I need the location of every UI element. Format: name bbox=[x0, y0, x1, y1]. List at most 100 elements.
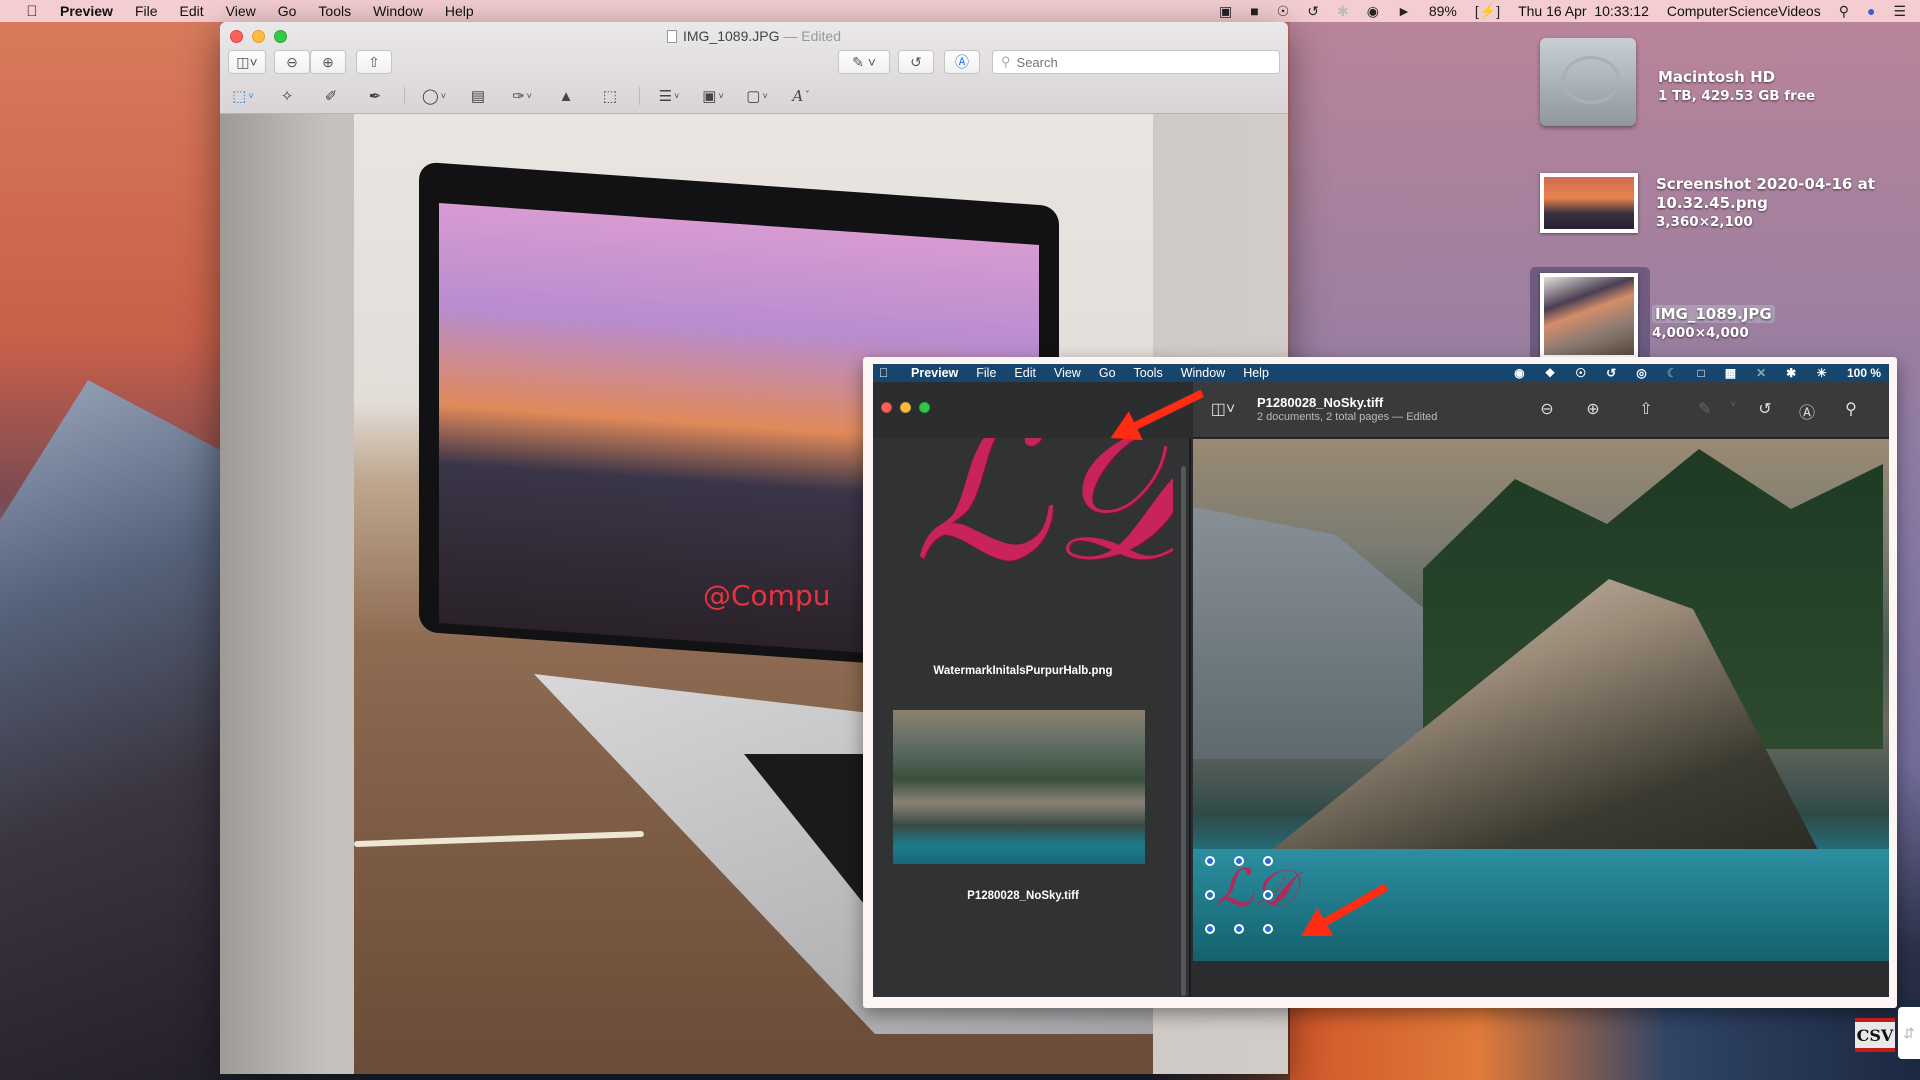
menu-go[interactable]: Go bbox=[278, 3, 297, 19]
battery-icon[interactable]: [⚡] bbox=[1475, 3, 1500, 20]
menu-app-name[interactable]: Preview bbox=[60, 3, 113, 19]
item-detail: 4,000×4,000 bbox=[1652, 325, 1749, 341]
volume-icon[interactable]: ► bbox=[1397, 3, 1411, 19]
fill-color-icon[interactable]: ▢ ˅ bbox=[742, 85, 772, 107]
rotate-icon: ↺ bbox=[1758, 401, 1772, 418]
menu-file: File bbox=[976, 366, 997, 380]
desktop-item-macintosh-hd[interactable]: Macintosh HD 1 TB, 429.53 GB free bbox=[1540, 38, 1815, 126]
resize-handle bbox=[1205, 856, 1215, 866]
menu-edit[interactable]: Edit bbox=[180, 3, 204, 19]
text-icon[interactable]: ▤ bbox=[463, 85, 493, 107]
markup-icon: Ⓐ bbox=[955, 54, 969, 70]
menu-help: Help bbox=[1243, 366, 1269, 380]
rotate-icon: ↺ bbox=[910, 53, 922, 70]
zoom-out-icon: ⊖ bbox=[286, 53, 298, 70]
resize-handle bbox=[1205, 924, 1215, 934]
share-button[interactable]: ⇧ bbox=[356, 50, 392, 74]
photo-thumbnail bbox=[1540, 273, 1638, 359]
overlay-preview-window: ℒ𝒟 WatermarkInitalsPurpurHalb.png P12800… bbox=[873, 382, 1889, 997]
markup-pen-icon: ✎ bbox=[1698, 401, 1712, 418]
bluetooth-icon: ✱ bbox=[1786, 366, 1797, 380]
menu-tools[interactable]: Tools bbox=[318, 3, 351, 19]
channel-logo: CSV bbox=[1855, 1018, 1895, 1052]
menu-window[interactable]: Window bbox=[373, 3, 423, 19]
text-style-icon[interactable]: A ˅ bbox=[786, 85, 816, 107]
resize-handle bbox=[1263, 856, 1273, 866]
document-icon bbox=[667, 30, 677, 43]
malwarebytes-icon: ◉ bbox=[1514, 366, 1525, 380]
menu-view: View bbox=[1053, 366, 1081, 380]
search-field[interactable]: ⚲ bbox=[992, 50, 1280, 74]
highlight-button[interactable]: ✎ ˅ bbox=[838, 50, 890, 74]
time-machine-icon: ↺ bbox=[1606, 366, 1617, 380]
screenshot-overlay:  Preview File Edit View Go Tools Window… bbox=[863, 357, 1897, 1008]
apple-menu-icon[interactable]:  bbox=[22, 3, 42, 20]
bluetooth-icon[interactable]: ✱ bbox=[1337, 3, 1349, 20]
sketch-icon[interactable]: ✐ bbox=[316, 85, 346, 107]
display-icon[interactable]: ■ bbox=[1250, 3, 1258, 19]
edited-status: — Edited bbox=[783, 28, 841, 44]
system-menubar:  Preview File Edit View Go Tools Window… bbox=[0, 0, 1920, 22]
overlay-toolbar: ◫˅ P1280028_NoSky.tiff 2 documents, 2 to… bbox=[1193, 382, 1889, 438]
item-name: IMG_1089.JPG bbox=[1652, 305, 1775, 323]
sign-icon[interactable]: ✑ ˅ bbox=[507, 85, 537, 107]
mute-icon: ✕ bbox=[1756, 366, 1767, 380]
watermark-initials: ℒ𝒟 bbox=[1216, 859, 1295, 919]
markup-button[interactable]: Ⓐ bbox=[944, 50, 980, 74]
document-name: IMG_1089.JPG bbox=[683, 28, 780, 44]
water bbox=[1193, 849, 1889, 961]
menu-view[interactable]: View bbox=[226, 3, 256, 19]
window-toolbar: IMG_1089.JPG — Edited ◫˅ ⊖ ⊕ ⇧ ✎ ˅ ↺ Ⓐ ⚲… bbox=[220, 22, 1288, 114]
selected-watermark-annotation: ℒ𝒟 bbox=[1205, 856, 1295, 934]
rotate-button[interactable]: ↺ bbox=[898, 50, 934, 74]
resize-handle bbox=[1234, 856, 1244, 866]
sidebar-item-label: WatermarkInitalsPurpurHalb.png bbox=[933, 665, 1113, 677]
image-watermark-text: @Compu bbox=[703, 579, 831, 612]
notification-center-icon[interactable]: ☰ bbox=[1893, 3, 1906, 20]
minimize-button bbox=[900, 402, 911, 413]
draw-icon[interactable]: ✒ bbox=[360, 85, 390, 107]
spotlight-icon[interactable]: ⚲ bbox=[1839, 3, 1849, 20]
search-input[interactable] bbox=[1016, 54, 1257, 70]
window-title: IMG_1089.JPG — Edited bbox=[220, 28, 1288, 44]
battery-percent[interactable]: 89% bbox=[1429, 3, 1457, 19]
adjust-size-icon[interactable]: ⬚ bbox=[595, 85, 625, 107]
wifi-icon[interactable]: ◉ bbox=[1367, 3, 1379, 20]
camera-record-icon[interactable]: ▣ bbox=[1219, 3, 1232, 20]
watermark-initials-image: ℒ𝒟 bbox=[913, 438, 1173, 603]
instant-alpha-icon[interactable]: ✧ bbox=[272, 85, 302, 107]
menu-go: Go bbox=[1098, 366, 1116, 380]
item-detail: 1 TB, 429.53 GB free bbox=[1658, 88, 1816, 104]
border-color-icon[interactable]: ▣ ˅ bbox=[698, 85, 728, 107]
markup-icon: Ⓐ bbox=[1798, 405, 1815, 422]
time-machine-icon[interactable]: ↺ bbox=[1307, 3, 1319, 20]
item-detail: 3,360×2,100 bbox=[1656, 214, 1753, 230]
menu-help[interactable]: Help bbox=[445, 3, 474, 19]
sidebar-toggle-button[interactable]: ◫˅ bbox=[228, 50, 266, 74]
resize-handle bbox=[1205, 890, 1215, 900]
zoom-in-icon: ⊕ bbox=[1586, 401, 1600, 418]
brightness-icon: ☀ bbox=[1816, 366, 1827, 380]
zoom-out-button[interactable]: ⊖ bbox=[274, 50, 310, 74]
user-name[interactable]: ComputerScienceVideos bbox=[1667, 3, 1821, 19]
rectangular-selection-icon[interactable]: ⬚ ˅ bbox=[228, 85, 258, 107]
zoom-in-button[interactable]: ⊕ bbox=[310, 50, 346, 74]
document-subtitle: 2 documents, 2 total pages — Edited bbox=[1257, 411, 1438, 423]
clock[interactable]: Thu 16 Apr 10:33:12 bbox=[1518, 3, 1649, 19]
shapes-icon[interactable]: ◯ ˅ bbox=[419, 85, 449, 107]
sidebar-item-watermark: ℒ𝒟 bbox=[873, 438, 1173, 698]
side-tab-handle[interactable]: ⇵ bbox=[1898, 1007, 1920, 1059]
menu-tools: Tools bbox=[1133, 366, 1163, 380]
menu-file[interactable]: File bbox=[135, 3, 158, 19]
wallpaper-mountain bbox=[0, 380, 220, 1080]
dropbox-icon: ❖ bbox=[1544, 366, 1556, 380]
resize-handle bbox=[1234, 924, 1244, 934]
desktop-item-img-1089[interactable]: IMG_1089.JPG 4,000×4,000 bbox=[1540, 273, 1775, 359]
adjust-color-icon[interactable]: ▲ bbox=[551, 85, 581, 107]
shape-style-icon[interactable]: ☰ ˅ bbox=[654, 85, 684, 107]
overlay-menubar:  Preview File Edit View Go Tools Window… bbox=[873, 364, 1889, 382]
share-icon: ⇧ bbox=[1639, 401, 1653, 418]
accessibility-icon[interactable]: ☉ bbox=[1277, 3, 1290, 20]
desktop-item-screenshot[interactable]: Screenshot 2020-04-16 at 10.32.45.png 3,… bbox=[1540, 173, 1875, 233]
siri-icon[interactable]: ● bbox=[1867, 3, 1875, 19]
